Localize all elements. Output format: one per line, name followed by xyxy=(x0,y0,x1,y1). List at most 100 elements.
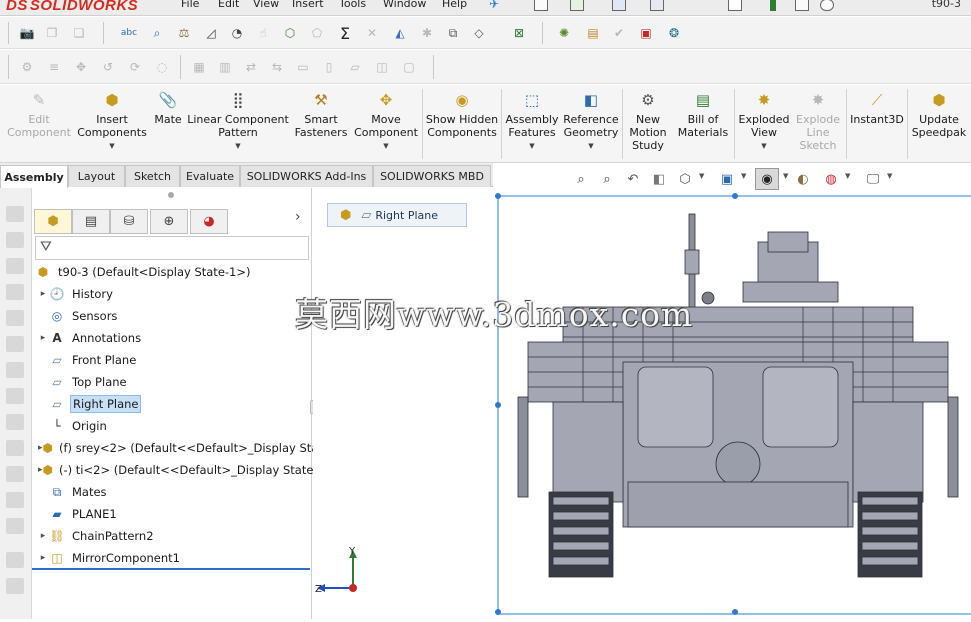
disabled-check-icon[interactable]: ✔ xyxy=(610,24,628,42)
tab-layout[interactable]: Layout xyxy=(68,165,125,187)
camera-icon[interactable]: 📷 xyxy=(18,24,36,42)
linear-component-pattern-button[interactable]: ⣿ Linear Component Pattern ▼ xyxy=(186,89,290,153)
panel-grip-icon[interactable] xyxy=(168,192,174,198)
display-style-icon[interactable]: ▣ xyxy=(717,168,737,190)
tree-root[interactable]: ⬢ t90-3 (Default<Display State-1>) xyxy=(34,262,312,282)
tab-assembly[interactable]: Assembly xyxy=(0,165,68,188)
chevron-down-icon[interactable]: ▼ xyxy=(887,172,892,180)
decal-icon[interactable]: ▤ xyxy=(584,24,602,42)
excel-icon[interactable]: ⊠ xyxy=(510,24,528,42)
bill-of-materials-button[interactable]: ▤ Bill of Materials xyxy=(674,89,732,139)
settings-wheel-icon[interactable]: ❂ xyxy=(665,24,683,42)
tree-item-mirrorcomponent1[interactable]: ▸ ◫ MirrorComponent1 xyxy=(38,548,316,568)
save-icon[interactable] xyxy=(612,0,626,11)
copy-icon[interactable]: ❐ xyxy=(43,24,61,42)
tree-item-origin[interactable]: └ Origin xyxy=(38,416,316,436)
expand-arrow-icon[interactable]: ▸ xyxy=(38,531,48,541)
tree-item-front-plane[interactable]: ▱ Front Plane xyxy=(38,350,316,370)
dropdown-arrow-icon[interactable]: ▼ xyxy=(588,140,593,153)
view-settings-monitor-icon[interactable]: 🖵 xyxy=(863,168,883,190)
tree-item-top-plane[interactable]: ▱ Top Plane xyxy=(38,372,316,392)
expand-arrow-icon[interactable]: ▸ xyxy=(38,289,48,299)
selection-breadcrumb[interactable]: ⬢ ▱ Right Plane xyxy=(327,203,467,227)
sum-icon[interactable]: Σ xyxy=(336,24,354,43)
dropdown-arrow-icon[interactable]: ▼ xyxy=(761,140,766,153)
chevron-icon[interactable]: ◇ xyxy=(470,24,488,42)
menu-view[interactable]: View xyxy=(253,0,279,10)
pdf-export-icon[interactable]: ▣ xyxy=(637,24,655,42)
mass-properties-icon[interactable]: ⚖ xyxy=(175,24,193,42)
dropdown-arrow-icon[interactable]: ▼ xyxy=(235,140,240,153)
menu-file[interactable]: File xyxy=(181,0,199,10)
assembly-features-button[interactable]: ⬚ Assembly Features ▼ xyxy=(502,89,562,153)
expand-arrow-icon[interactable]: ▸ xyxy=(38,553,48,563)
zoom-to-area-icon[interactable]: ⌕ xyxy=(597,168,617,190)
tree-item-plane1[interactable]: ▰ PLANE1 xyxy=(38,504,316,524)
zoom-to-fit-icon[interactable]: ⌕ xyxy=(571,168,591,190)
reference-geometry-button[interactable]: ◧ Reference Geometry ▼ xyxy=(562,89,620,153)
check-icon[interactable]: ⬡ xyxy=(281,24,299,42)
chevron-down-icon[interactable]: ▼ xyxy=(783,172,788,180)
smart-fasteners-button[interactable]: ⚒ Smart Fasteners xyxy=(290,89,352,139)
apply-scene-icon[interactable]: ◍ xyxy=(821,168,841,190)
performance-icon[interactable]: ◔ xyxy=(228,24,246,42)
tree-item-ti[interactable]: ▸ ⬢ (-) ti<2> (Default<<Default>_Display… xyxy=(38,460,316,480)
insert-components-button[interactable]: ⬢ Insert Components ▼ xyxy=(74,89,150,153)
tree-filter-box[interactable]: ⛛ xyxy=(35,236,309,260)
hide-show-items-icon[interactable]: ◉ xyxy=(755,168,779,190)
property-manager-tab[interactable]: ▤ xyxy=(72,209,110,234)
rebuild-icon[interactable] xyxy=(770,0,776,11)
tree-item-history[interactable]: ▸ 🕘 History xyxy=(38,284,316,304)
tab-solidworks-mbd[interactable]: SOLIDWORKS MBD xyxy=(373,165,491,187)
tree-item-mates[interactable]: ⧉ Mates xyxy=(38,482,316,502)
paste-icon[interactable]: ❏ xyxy=(70,24,88,42)
pin-icon[interactable]: ✈ xyxy=(489,0,499,11)
move-component-button[interactable]: ✥ Move Component ▼ xyxy=(352,89,420,153)
section-properties-icon[interactable]: ◿ xyxy=(202,24,220,42)
model-viewport[interactable]: Y Z xyxy=(313,192,971,619)
edit-appearance-icon[interactable]: ◐ xyxy=(793,168,813,190)
tree-item-annotations[interactable]: ▸ A Annotations xyxy=(38,328,316,348)
tree-item-chainpattern2[interactable]: ▸ ⛓ ChainPattern2 xyxy=(38,526,316,546)
interference-icon[interactable]: ✕ xyxy=(363,24,381,42)
graphics-area[interactable]: Y Z xyxy=(313,192,971,619)
dimxpert-manager-tab[interactable]: ⊕ xyxy=(150,209,188,234)
tree-item-sensors[interactable]: ◎ Sensors xyxy=(38,306,316,326)
tree-item-srey[interactable]: ▸ ⬢ (f) srey<2> (Default<<Default>_Displ… xyxy=(38,438,316,458)
filter-funnel-icon[interactable]: ⛛ xyxy=(40,239,52,255)
menu-help[interactable]: Help xyxy=(442,0,467,10)
sensor-icon[interactable]: ☝ xyxy=(254,24,272,42)
edit-component-button[interactable]: ✎ Edit Component xyxy=(4,89,74,139)
options-gear-icon[interactable] xyxy=(820,0,834,11)
section-view-icon[interactable]: ◧ xyxy=(649,168,669,190)
compare-icon[interactable]: ⧉ xyxy=(444,24,462,42)
chevron-down-icon[interactable]: ▼ xyxy=(699,172,704,180)
measure-icon[interactable]: ⌕ xyxy=(148,24,166,42)
mate-button[interactable]: 📎 Mate xyxy=(150,89,186,126)
feature-manager-tab[interactable]: ⬢ xyxy=(34,209,72,234)
dropdown-arrow-icon[interactable]: ▼ xyxy=(383,140,388,153)
tab-solidworks-add-ins[interactable]: SOLIDWORKS Add-Ins xyxy=(240,165,373,187)
previous-view-icon[interactable]: ↶ xyxy=(623,168,643,190)
menu-tools[interactable]: Tools xyxy=(339,0,366,10)
rollback-bar[interactable] xyxy=(32,568,310,570)
plane-icon[interactable]: ▱ xyxy=(361,208,371,223)
spell-check-icon[interactable]: abc xyxy=(120,24,138,42)
shield-icon[interactable]: ⬠ xyxy=(308,24,326,42)
show-hidden-components-button[interactable]: ◉ Show Hidden Components xyxy=(424,89,500,139)
solidworks-logo[interactable]: DS SOLIDWORKS xyxy=(6,0,138,14)
new-document-icon[interactable] xyxy=(534,0,548,11)
view-orientation-icon[interactable]: ⬡ xyxy=(675,168,695,190)
chevron-down-icon[interactable]: ▼ xyxy=(741,172,746,180)
select-arrow-icon[interactable] xyxy=(728,0,742,11)
menu-edit[interactable]: Edit xyxy=(218,0,239,10)
exploded-view-button[interactable]: ✸ Exploded View ▼ xyxy=(736,89,792,153)
display-manager-tab[interactable]: ◕ xyxy=(190,209,228,234)
chevron-right-icon[interactable]: › xyxy=(295,209,301,225)
configuration-manager-tab[interactable]: ⛁ xyxy=(110,209,148,234)
file-properties-icon[interactable] xyxy=(795,0,809,11)
open-icon[interactable] xyxy=(570,0,584,11)
new-motion-study-button[interactable]: ⚙ New Motion Study xyxy=(624,89,672,152)
expand-arrow-icon[interactable]: ▸ xyxy=(38,333,48,343)
tree-item-right-plane[interactable]: ▱ Right Plane xyxy=(38,394,316,414)
